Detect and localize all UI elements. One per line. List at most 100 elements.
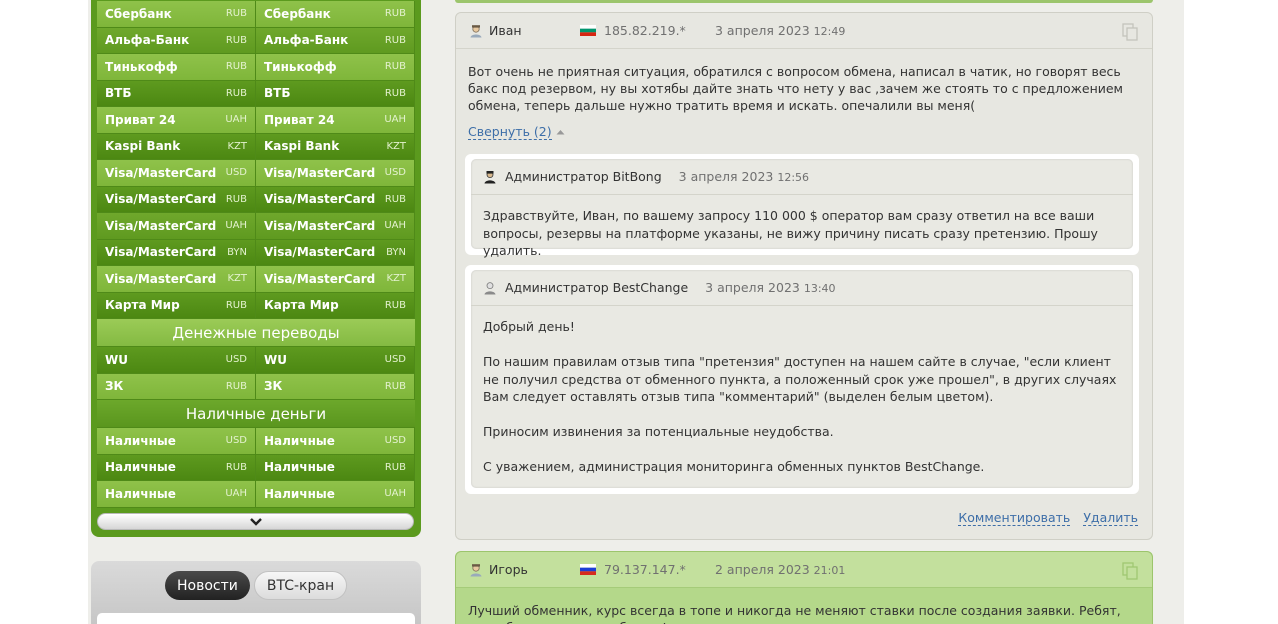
reply-paragraph: С уважением, администрация мониторинга о…	[483, 459, 985, 474]
collapse-replies-link[interactable]: Свернуть (2)	[468, 124, 565, 140]
reply-text: Здравствуйте, Иван, по вашему запросу 11…	[483, 208, 1098, 258]
flag-russia-icon	[580, 564, 596, 575]
copy-icon[interactable]	[1122, 23, 1138, 41]
previous-review-edge	[455, 0, 1153, 3]
currency-name: Visa/MasterCard	[105, 165, 217, 180]
currency-code: RUB	[384, 461, 406, 473]
currency-code: USD	[384, 167, 406, 179]
currency-row: Visa/MasterCard BYN Visa/MasterCard BYN	[97, 239, 415, 266]
currency-name: Приват 24	[264, 112, 335, 127]
currency-row: Наличные UAH Наличные UAH	[97, 481, 415, 508]
currency-option-right[interactable]: Visa/MasterCard UAH	[256, 213, 415, 240]
review-date: 2 апреля 2023 21:01	[715, 562, 846, 577]
currency-option-left[interactable]: Visa/MasterCard KZT	[97, 266, 256, 293]
currency-name: WU	[105, 352, 128, 367]
currency-option-left[interactable]: ВТБ RUB	[97, 80, 256, 107]
currency-option-right[interactable]: Kaspi Bank KZT	[256, 133, 415, 160]
currency-row: Сбербанк RUB Сбербанк RUB	[97, 1, 415, 28]
currency-row: Карта Мир RUB Карта Мир RUB	[97, 292, 415, 319]
currency-code: BYN	[227, 246, 247, 258]
reply-paragraph: Добрый день!	[483, 319, 575, 334]
currency-option-left[interactable]: Приват 24 UAH	[97, 107, 256, 134]
currency-code: RUB	[225, 380, 247, 392]
currency-code: KZT	[386, 140, 406, 152]
currency-code: UAH	[225, 114, 247, 126]
currency-name: Visa/MasterCard	[264, 271, 376, 286]
reply-card: Администратор BestChange 3 апреля 2023 1…	[465, 265, 1139, 494]
currency-code: USD	[384, 354, 406, 366]
currency-option-right[interactable]: Visa/MasterCard RUB	[256, 186, 415, 213]
currency-name: Тинькофф	[264, 59, 337, 74]
currency-name: Сбербанк	[264, 6, 331, 21]
currency-code: RUB	[384, 380, 406, 392]
review-actions: Комментировать Удалить	[958, 510, 1138, 526]
currency-code: USD	[225, 435, 247, 447]
currency-option-right[interactable]: Visa/MasterCard KZT	[256, 266, 415, 293]
currency-code: USD	[225, 167, 247, 179]
review-ip: 79.137.147.*	[604, 562, 686, 577]
currency-name: Наличные	[105, 460, 176, 475]
currency-option-right[interactable]: Наличные RUB	[256, 454, 415, 481]
currency-option-right[interactable]: Сбербанк RUB	[256, 1, 415, 28]
delete-link[interactable]: Удалить	[1083, 510, 1138, 526]
currency-name: Альфа-Банк	[264, 33, 349, 48]
tab-news[interactable]: Новости	[165, 571, 250, 600]
currency-option-right[interactable]: Приват 24 UAH	[256, 107, 415, 134]
reply-date: 3 апреля 2023 12:56	[678, 169, 810, 184]
currency-option-left[interactable]: Тинькофф RUB	[97, 54, 256, 81]
currency-option-right[interactable]: ВТБ RUB	[256, 80, 415, 107]
currency-option-left[interactable]: Visa/MasterCard RUB	[97, 186, 256, 213]
currency-option-left[interactable]: Visa/MasterCard BYN	[97, 239, 256, 266]
expand-list-button[interactable]	[97, 513, 414, 530]
admin-icon	[484, 170, 496, 183]
currency-name: Visa/MasterCard	[105, 218, 217, 233]
currency-code: USD	[225, 354, 247, 366]
currency-option-right[interactable]: Visa/MasterCard USD	[256, 160, 415, 187]
currency-option-right[interactable]: WU USD	[256, 347, 415, 374]
currency-code: RUB	[384, 87, 406, 99]
currency-option-right[interactable]: Альфа-Банк RUB	[256, 27, 415, 54]
currency-option-left[interactable]: Kaspi Bank KZT	[97, 133, 256, 160]
currency-option-left[interactable]: ЗК RUB	[97, 373, 256, 400]
currency-name: Альфа-Банк	[105, 33, 190, 48]
currency-name: Visa/MasterCard	[264, 165, 376, 180]
reply-paragraph: По нашим правилам отзыв типа "претензия"…	[483, 354, 1117, 404]
currency-code: RUB	[384, 34, 406, 46]
currency-option-left[interactable]: Visa/MasterCard USD	[97, 160, 256, 187]
currency-name: Тинькофф	[105, 59, 178, 74]
currency-option-right[interactable]: Наличные USD	[256, 428, 415, 455]
currency-code: RUB	[225, 61, 247, 73]
currency-option-left[interactable]: Сбербанк RUB	[97, 1, 256, 28]
currency-option-left[interactable]: Visa/MasterCard UAH	[97, 213, 256, 240]
currency-name: Visa/MasterCard	[105, 192, 217, 207]
currency-option-right[interactable]: Visa/MasterCard BYN	[256, 239, 415, 266]
review-date: 3 апреля 2023 12:49	[715, 23, 846, 38]
currency-option-left[interactable]: WU USD	[97, 347, 256, 374]
chevron-down-icon	[249, 517, 262, 526]
review-header: Игорь 79.137.147.* 2 апреля 2023 21:01	[456, 552, 1152, 588]
currency-code: RUB	[384, 8, 406, 20]
copy-icon[interactable]	[1122, 562, 1138, 580]
review-ip: 185.82.219.*	[604, 23, 686, 38]
currency-code: KZT	[386, 273, 406, 285]
currency-name: Visa/MasterCard	[105, 271, 217, 286]
currency-option-left[interactable]: Наличные UAH	[97, 481, 256, 508]
currency-option-right[interactable]: Тинькофф RUB	[256, 54, 415, 81]
reply-date: 3 апреля 2023 13:40	[705, 280, 836, 295]
currency-option-left[interactable]: Альфа-Банк RUB	[97, 27, 256, 54]
news-tabs: Новости BTC-кран	[165, 571, 348, 600]
currency-option-left[interactable]: Наличные USD	[97, 428, 256, 455]
currency-option-right[interactable]: ЗК RUB	[256, 373, 415, 400]
currency-row: WU USD WU USD	[97, 347, 415, 374]
currency-option-left[interactable]: Карта Мир RUB	[97, 292, 256, 319]
currency-option-left[interactable]: Наличные RUB	[97, 454, 256, 481]
currency-row: ВТБ RUB ВТБ RUB	[97, 80, 415, 107]
currency-option-right[interactable]: Карта Мир RUB	[256, 292, 415, 319]
reply-text: Добрый день! По нашим правилам отзыв тип…	[471, 306, 1133, 476]
currency-name: Visa/MasterCard	[264, 192, 376, 207]
comment-link[interactable]: Комментировать	[958, 510, 1071, 526]
currency-name: WU	[264, 352, 287, 367]
admin-icon	[484, 281, 496, 294]
tab-btc-faucet[interactable]: BTC-кран	[253, 571, 348, 600]
currency-option-right[interactable]: Наличные UAH	[256, 481, 415, 508]
